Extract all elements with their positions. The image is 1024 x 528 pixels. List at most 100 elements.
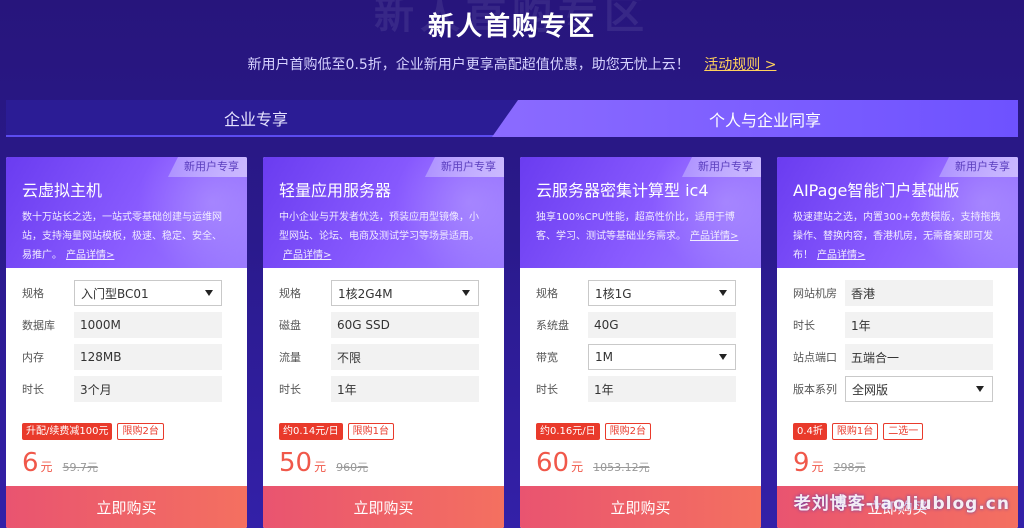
edition-row: 版本系列 全网版 [793, 376, 1002, 402]
row-label: 站点端口 [793, 351, 837, 364]
row-label: 时长 [279, 383, 301, 396]
new-user-badge: 新用户专享 [939, 157, 1018, 177]
new-user-badge: 新用户专享 [425, 157, 504, 177]
card-body: 规格 入门型BC01 数据库 1000M 内存 128MB 时长 3个月 升配/… [6, 268, 247, 486]
card-title: 轻量应用服务器 [279, 181, 392, 200]
promo-tag: 约0.14元/日 [279, 423, 343, 440]
row-label: 带宽 [536, 351, 558, 364]
duration-row: 时长 1年 [536, 376, 745, 402]
buy-now-button[interactable]: 立即购买 [263, 486, 504, 528]
caret-down-icon [719, 290, 727, 296]
price-value: 6 [22, 448, 39, 478]
tab-enterprise[interactable]: 企业专享 [6, 100, 526, 137]
subtitle-text: 新用户首购低至0.5折，企业新用户更享高配超值优惠，助您无忧上云！ [247, 57, 690, 73]
row-label: 流量 [279, 351, 301, 364]
promo-tag: 0.4折 [793, 423, 827, 440]
card-header: 新用户专享 云虚拟主机 数十万站长之选，一站式零基础创建与运维网站，支持海量网站… [6, 157, 247, 268]
row-label: 网站机房 [793, 287, 837, 300]
memory-row: 内存 128MB [22, 344, 231, 370]
row-label: 版本系列 [793, 383, 837, 396]
original-price: 59.7元 [62, 461, 99, 474]
price-value: 60 [536, 448, 570, 478]
card-body: 规格 1核1G 系统盘 40G 带宽 1M 时长 1年 约0.16元/日 限购2… [520, 268, 761, 486]
page-subtitle: 新用户首购低至0.5折，企业新用户更享高配超值优惠，助您无忧上云！ 活动规则 > [0, 54, 1024, 74]
system-disk-row: 系统盘 40G [536, 312, 745, 338]
price: 6 元 59.7元 [22, 448, 98, 478]
limit-tag: 限购2台 [604, 423, 652, 440]
spec-select[interactable]: 入门型BC01 [74, 280, 222, 306]
caret-down-icon [462, 290, 470, 296]
spec-row: 规格 1核2G4M [279, 280, 488, 306]
product-detail-link[interactable]: 产品详情> [283, 250, 331, 261]
card-title: 云虚拟主机 [22, 181, 103, 200]
spec-row: 规格 1核1G [536, 280, 745, 306]
product-card-compute-ic4: 新用户专享 云服务器密集计算型 ic4 独享100%CPU性能，超高性价比，适用… [520, 157, 761, 528]
product-card-virtual-host: 新用户专享 云虚拟主机 数十万站长之选，一站式零基础创建与运维网站，支持海量网站… [6, 157, 247, 528]
row-label: 时长 [536, 383, 558, 396]
card-description: 极速建站之选，内置300+免费模版，支持拖拽操作、替换内容，香港机房，无需备案即… [793, 212, 1001, 261]
card-body: 网站机房 香港 时长 1年 站点端口 五端合一 版本系列 全网版 0.4折 限购… [777, 268, 1018, 486]
card-header: 新用户专享 云服务器密集计算型 ic4 独享100%CPU性能，超高性价比，适用… [520, 157, 761, 268]
row-value: 40G [588, 312, 736, 338]
bandwidth-select[interactable]: 1M [588, 344, 736, 370]
row-label: 规格 [22, 287, 44, 300]
row-label: 数据库 [22, 319, 55, 332]
duration-row: 时长 3个月 [22, 376, 231, 402]
price-unit: 元 [40, 460, 53, 474]
card-title: AIPage智能门户基础版 [793, 181, 960, 200]
row-label: 时长 [22, 383, 44, 396]
row-value: 不限 [331, 344, 479, 370]
card-header: 新用户专享 AIPage智能门户基础版 极速建站之选，内置300+免费模版，支持… [777, 157, 1018, 268]
limit-tag: 限购2台 [117, 423, 164, 440]
price-unit: 元 [571, 460, 584, 474]
bandwidth-row: 带宽 1M [536, 344, 745, 370]
original-price: 960元 [336, 461, 369, 474]
card-description: 中小企业与开发者优选，预装应用型镜像，小型网站、论坛、电商及测试学习等场景适用。… [279, 212, 479, 261]
new-user-badge: 新用户专享 [168, 157, 247, 177]
row-label: 内存 [22, 351, 44, 364]
duration-row: 时长 1年 [279, 376, 488, 402]
card-description: 数十万站长之选，一站式零基础创建与运维网站，支持海量网站模板，极速、稳定、安全、… [22, 212, 222, 261]
price-value: 9 [793, 448, 810, 478]
product-card-aipage: 新用户专享 AIPage智能门户基础版 极速建站之选，内置300+免费模版，支持… [777, 157, 1018, 528]
caret-down-icon [205, 290, 213, 296]
row-label: 时长 [793, 319, 815, 332]
product-detail-link[interactable]: 产品详情> [66, 250, 114, 261]
buy-now-button[interactable]: 立即购买 [520, 486, 761, 528]
row-value: 香港 [845, 280, 993, 306]
database-row: 数据库 1000M [22, 312, 231, 338]
row-label: 系统盘 [536, 319, 569, 332]
price-value: 50 [279, 448, 313, 478]
spec-select[interactable]: 1核2G4M [331, 280, 479, 306]
watermark: 老刘博客-laoliublog.cn [793, 494, 1010, 514]
row-value: 1年 [588, 376, 736, 402]
row-value: 1年 [845, 312, 993, 338]
caret-down-icon [976, 386, 984, 392]
spec-row: 规格 入门型BC01 [22, 280, 231, 306]
price: 9 元 298元 [793, 448, 866, 478]
card-body: 规格 1核2G4M 磁盘 60G SSD 流量 不限 时长 1年 约0.14元/… [263, 268, 504, 486]
product-detail-link[interactable]: 产品详情> [817, 250, 865, 261]
product-card-lightweight-server: 新用户专享 轻量应用服务器 中小企业与开发者优选，预装应用型镜像，小型网站、论坛… [263, 157, 504, 528]
promo-tag: 升配/续费减100元 [22, 423, 113, 440]
promo-tags: 0.4折 限购1台 二选一 [793, 423, 924, 440]
edition-select[interactable]: 全网版 [845, 376, 993, 402]
promo-tags: 升配/续费减100元 限购2台 [22, 423, 164, 440]
price: 50 元 960元 [279, 448, 368, 478]
product-detail-link[interactable]: 产品详情> [690, 231, 738, 242]
buy-now-button[interactable]: 立即购买 [6, 486, 247, 528]
tab-bar: 企业专享 个人与企业同享 [6, 100, 1018, 137]
row-label: 规格 [536, 287, 558, 300]
duration-row: 时长 1年 [793, 312, 1002, 338]
tab-personal-enterprise[interactable]: 个人与企业同享 [492, 100, 1018, 137]
datacenter-row: 网站机房 香港 [793, 280, 1002, 306]
rules-link[interactable]: 活动规则 > [704, 57, 776, 73]
card-header: 新用户专享 轻量应用服务器 中小企业与开发者优选，预装应用型镜像，小型网站、论坛… [263, 157, 504, 268]
original-price: 1053.12元 [593, 461, 650, 474]
spec-select[interactable]: 1核1G [588, 280, 736, 306]
row-value: 五端合一 [845, 344, 993, 370]
card-title: 云服务器密集计算型 ic4 [536, 181, 709, 200]
new-user-badge: 新用户专享 [682, 157, 761, 177]
row-value: 60G SSD [331, 312, 479, 338]
choice-tag: 二选一 [883, 423, 924, 440]
